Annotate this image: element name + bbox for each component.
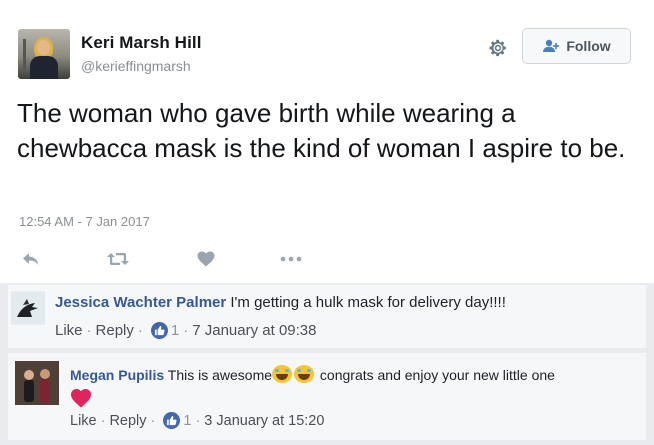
comment-meta: Like · Reply · 1 · 7 January at 09:38 (55, 322, 317, 339)
author-display-name[interactable]: Keri Marsh Hill (81, 33, 202, 53)
reply-icon[interactable] (19, 247, 43, 271)
facebook-comments-section: Jessica Wachter Palmer I'm getting a hul… (0, 283, 654, 445)
comment-text: I'm getting a hulk mask for delivery day… (230, 294, 506, 311)
separator-dot: · (150, 412, 156, 429)
tweet-card: Keri Marsh Hill @kerieffingmarsh Follow … (0, 0, 654, 283)
follow-button[interactable]: Follow (522, 28, 631, 64)
like-heart-icon[interactable] (194, 247, 218, 271)
comment-item: Megan Pupilis This is awesome congrats a… (8, 353, 646, 440)
comment-meta: Like · Reply · 1 · 3 January at 15:20 (70, 412, 324, 429)
follow-person-icon (542, 39, 560, 53)
follow-button-label: Follow (566, 38, 611, 54)
comment-text-continued: congrats and enjoy your new little one (319, 367, 555, 383)
comment-author[interactable]: Jessica Wachter Palmer (55, 294, 226, 311)
thumbs-up-reaction-icon[interactable] (163, 412, 181, 429)
comment-reply-link[interactable]: Reply (109, 413, 146, 429)
more-icon[interactable] (279, 247, 303, 271)
avatar-background-tower (23, 39, 26, 69)
comment-like-link[interactable]: Like (55, 322, 83, 339)
comment-body: Jessica Wachter Palmer I'm getting a hul… (55, 294, 506, 311)
tweet-timestamp[interactable]: 12:54 AM - 7 Jan 2017 (19, 214, 150, 229)
author-handle[interactable]: @kerieffingmarsh (81, 58, 191, 74)
comment-author[interactable]: Megan Pupilis (70, 367, 164, 383)
separator-dot: · (137, 322, 143, 339)
reaction-count: 1 (170, 322, 180, 339)
thumbs-up-reaction-icon[interactable] (150, 322, 168, 339)
comment-date[interactable]: 3 January at 15:20 (204, 413, 324, 429)
comment-date[interactable]: 7 January at 09:38 (192, 322, 316, 339)
red-heart-emoji-icon (70, 388, 92, 408)
author-avatar[interactable] (18, 29, 70, 79)
commenter-avatar[interactable] (15, 361, 59, 405)
commenter-avatar[interactable] (11, 291, 45, 325)
tweet-actions-bar (0, 247, 654, 271)
comment-body: Megan Pupilis This is awesome congrats a… (70, 365, 555, 383)
tears-of-joy-emoji-icon (294, 365, 315, 383)
separator-dot: · (195, 412, 201, 429)
comment-like-link[interactable]: Like (70, 413, 97, 429)
tears-of-joy-emoji-icon (272, 365, 293, 383)
separator-dot: · (86, 322, 92, 339)
comment-item: Jessica Wachter Palmer I'm getting a hul… (8, 285, 646, 348)
settings-gear-icon[interactable] (487, 37, 509, 59)
separator-dot: · (183, 322, 189, 339)
comment-text: This is awesome (167, 367, 273, 383)
tweet-text: The woman who gave birth while wearing a… (17, 98, 626, 163)
comment-reply-link[interactable]: Reply (96, 322, 134, 339)
separator-dot: · (100, 412, 106, 429)
avatar-body (30, 56, 58, 79)
avatar-face (37, 40, 50, 55)
retweet-icon[interactable] (106, 247, 130, 271)
reaction-count: 1 (183, 412, 192, 429)
